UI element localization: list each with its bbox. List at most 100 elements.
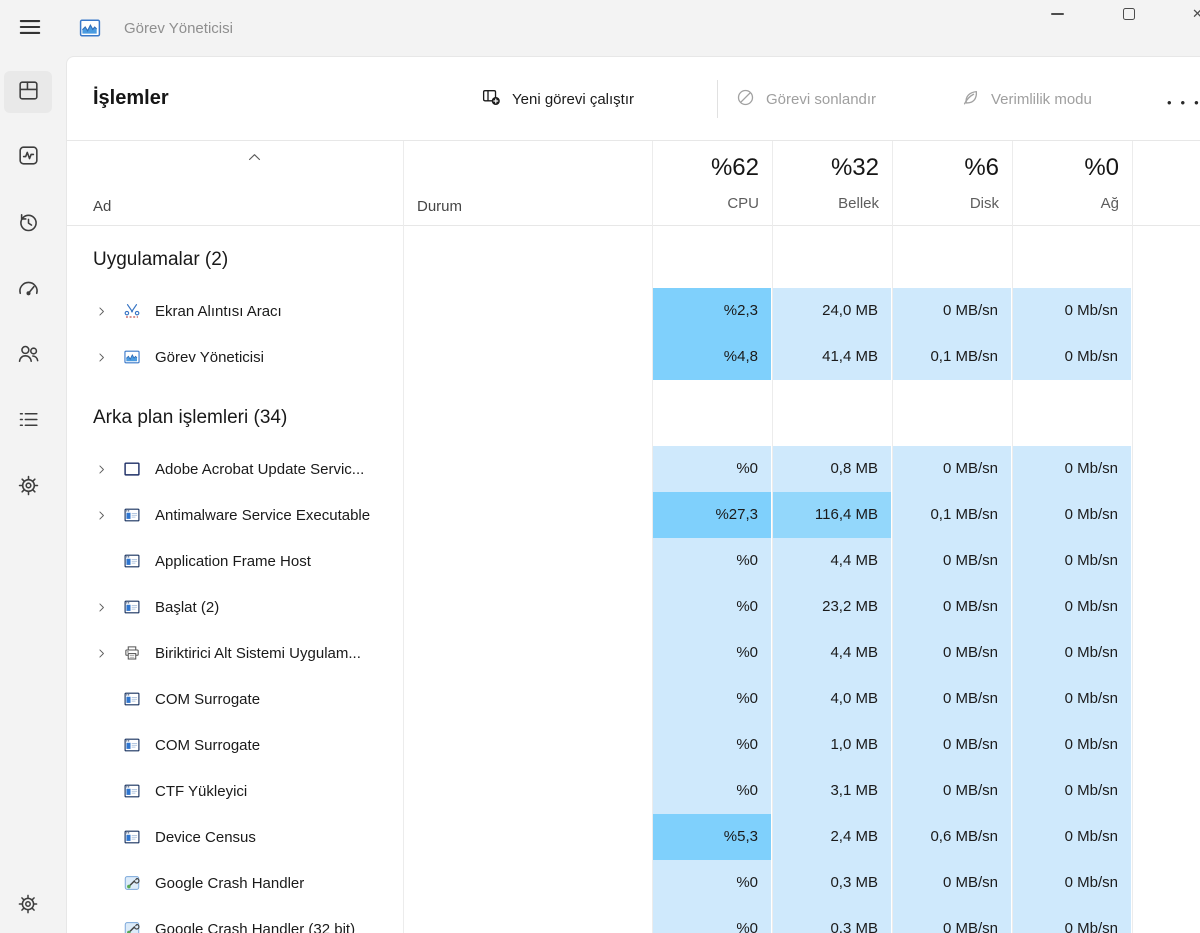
memory-cell: 23,2 MB (773, 584, 891, 630)
process-row[interactable]: CTF Yükleyici%03,1 MB0 MB/sn0 Mb/sn (67, 768, 1200, 814)
expand-chevron-icon[interactable] (95, 303, 111, 319)
column-header-disk[interactable]: %6 Disk (892, 141, 1012, 225)
process-row[interactable]: Application Frame Host%04,4 MB0 MB/sn0 M… (67, 538, 1200, 584)
page-title: İşlemler (93, 87, 169, 110)
run-new-task-label: Yeni görevi çalıştır (512, 91, 634, 108)
network-label: Ağ (1012, 195, 1119, 212)
efficiency-mode-label: Verimlilik modu (991, 91, 1092, 108)
memory-cell: 3,1 MB (773, 768, 891, 814)
expand-chevron-icon[interactable] (95, 461, 111, 477)
hamburger-menu-icon (17, 14, 43, 43)
group-header[interactable]: Uygulamalar (2) (67, 232, 1200, 288)
status-cell (403, 722, 652, 768)
sidebar-item-users[interactable] (4, 334, 52, 376)
process-name: COM Surrogate (155, 691, 260, 708)
cpu-cell: %0 (653, 860, 771, 906)
app-window-outline-icon (123, 460, 141, 478)
disk-cell: 0,6 MB/sn (893, 814, 1011, 860)
column-header-network[interactable]: %0 Ağ (1012, 141, 1132, 225)
group-header[interactable]: Arka plan işlemleri (34) (67, 390, 1200, 446)
app-window-icon (123, 552, 141, 570)
memory-cell: 4,4 MB (773, 630, 891, 676)
chevron-spacer (95, 737, 111, 753)
process-row[interactable]: Ekran Alıntısı Aracı%2,324,0 MB0 MB/sn0 … (67, 288, 1200, 334)
process-name: Adobe Acrobat Update Servic... (155, 461, 364, 478)
process-row[interactable]: Antimalware Service Executable%27,3116,4… (67, 492, 1200, 538)
process-row[interactable]: Adobe Acrobat Update Servic...%00,8 MB0 … (67, 446, 1200, 492)
process-name: Ekran Alıntısı Aracı (155, 303, 282, 320)
process-name: Device Census (155, 829, 256, 846)
sidebar-item-services[interactable] (4, 466, 52, 508)
memory-cell: 0,3 MB (773, 860, 891, 906)
run-new-task-button[interactable]: Yeni görevi çalıştır (481, 80, 634, 118)
process-name-cell: Görev Yöneticisi (67, 334, 403, 380)
expand-chevron-icon[interactable] (95, 599, 111, 615)
sidebar-item-app-history[interactable] (4, 203, 52, 245)
sidebar-item-settings[interactable] (4, 884, 52, 926)
status-cell (403, 446, 652, 492)
status-cell (403, 906, 652, 933)
disk-cell: 0 MB/sn (893, 722, 1011, 768)
disk-cell: 0 MB/sn (893, 446, 1011, 492)
network-cell: 0 Mb/sn (1013, 722, 1131, 768)
memory-cell: 116,4 MB (773, 492, 891, 538)
hamburger-menu-button[interactable] (10, 13, 50, 43)
minimize-button[interactable] (1037, 0, 1077, 28)
memory-cell: 24,0 MB (773, 288, 891, 334)
process-row[interactable]: Görev Yöneticisi%4,841,4 MB0,1 MB/sn0 Mb… (67, 334, 1200, 380)
status-cell (403, 860, 652, 906)
cpu-cell: %0 (653, 722, 771, 768)
sidebar-item-startup-apps[interactable] (4, 269, 52, 311)
app-window-icon (123, 506, 141, 524)
sort-ascending-icon (246, 149, 263, 171)
window-title: Görev Yöneticisi (124, 20, 233, 37)
column-header-name[interactable]: Ad (93, 198, 111, 215)
process-row[interactable]: Device Census%5,32,4 MB0,6 MB/sn0 Mb/sn (67, 814, 1200, 860)
column-header-memory[interactable]: %32 Bellek (772, 141, 892, 225)
sidebar-item-processes[interactable] (4, 71, 52, 113)
process-row[interactable]: Biriktirici Alt Sistemi Uygulam...%04,4 … (67, 630, 1200, 676)
chevron-spacer (95, 829, 111, 845)
process-list: Uygulamalar (2)Ekran Alıntısı Aracı%2,32… (67, 226, 1200, 933)
column-header-status[interactable]: Durum (417, 198, 462, 215)
status-cell (403, 630, 652, 676)
sidebar-item-details[interactable] (4, 400, 52, 442)
efficiency-mode-button[interactable]: Verimlilik modu (960, 80, 1092, 118)
process-row[interactable]: COM Surrogate%04,0 MB0 MB/sn0 Mb/sn (67, 676, 1200, 722)
network-cell: 0 Mb/sn (1013, 630, 1131, 676)
process-name: Application Frame Host (155, 553, 311, 570)
expand-chevron-icon[interactable] (95, 645, 111, 661)
table-header: Ad Durum %62 CPU %32 Bellek %6 Disk %0 A… (67, 141, 1200, 226)
cpu-cell: %0 (653, 676, 771, 722)
network-cell: 0 Mb/sn (1013, 676, 1131, 722)
process-row[interactable]: Google Crash Handler%00,3 MB0 MB/sn0 Mb/… (67, 860, 1200, 906)
network-cell: 0 Mb/sn (1013, 492, 1131, 538)
process-name-cell: Adobe Acrobat Update Servic... (67, 446, 403, 492)
settings-gear-icon (16, 892, 40, 919)
cpu-total: %62 (652, 154, 759, 182)
expand-chevron-icon[interactable] (95, 507, 111, 523)
maximize-button[interactable] (1109, 0, 1149, 28)
app-window-icon (123, 828, 141, 846)
chevron-spacer (95, 875, 111, 891)
process-name: Görev Yöneticisi (155, 349, 264, 366)
process-row[interactable]: COM Surrogate%01,0 MB0 MB/sn0 Mb/sn (67, 722, 1200, 768)
startup-gauge-icon (16, 276, 41, 304)
prohibit-icon (735, 87, 756, 112)
disk-cell: 0 MB/sn (893, 288, 1011, 334)
process-row[interactable]: Google Crash Handler (32 bit)%00,3 MB0 M… (67, 906, 1200, 933)
expand-chevron-icon[interactable] (95, 349, 111, 365)
more-options-button[interactable]: ••• (1167, 83, 1200, 121)
process-name-cell: COM Surrogate (67, 676, 403, 722)
column-header-cpu[interactable]: %62 CPU (652, 141, 772, 225)
end-task-button[interactable]: Görevi sonlandır (735, 80, 876, 118)
cpu-label: CPU (652, 195, 759, 212)
network-cell: 0 Mb/sn (1013, 446, 1131, 492)
status-cell (403, 538, 652, 584)
close-button[interactable]: ✕ (1193, 0, 1200, 28)
toolbar: İşlemler Yeni görevi çalıştır Görevi son… (67, 57, 1200, 141)
leaf-icon (960, 87, 981, 112)
sidebar-item-performance[interactable] (4, 136, 52, 178)
process-row[interactable]: Başlat (2)%023,2 MB0 MB/sn0 Mb/sn (67, 584, 1200, 630)
processes-icon (16, 78, 41, 106)
